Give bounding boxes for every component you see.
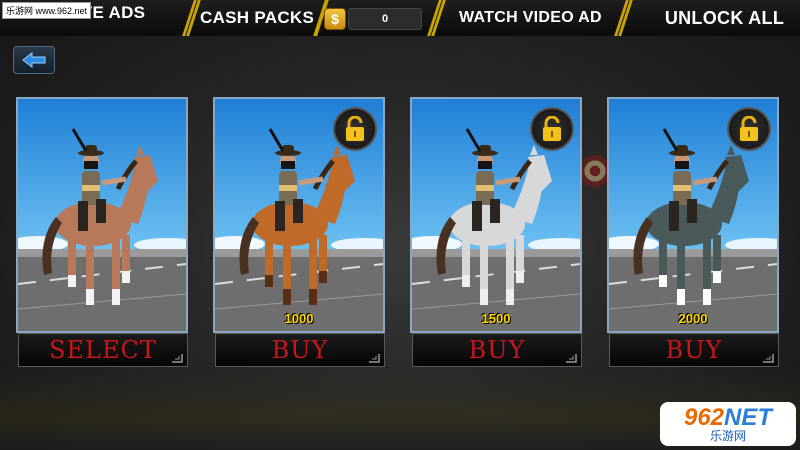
unlock-all-button[interactable]: UNLOCK ALL bbox=[618, 0, 800, 36]
background-target-decoration bbox=[582, 148, 608, 194]
corner-decoration-icon bbox=[369, 354, 380, 363]
watermark-top: 乐游网 www.962.net bbox=[2, 2, 92, 19]
corner-decoration-icon bbox=[763, 354, 774, 363]
horse-price: 1500 bbox=[481, 311, 511, 326]
horse-card-frame bbox=[16, 97, 188, 333]
horse-card-frame bbox=[607, 97, 779, 333]
buy-button[interactable]: BUY bbox=[215, 333, 385, 367]
horse-price: 2000 bbox=[678, 311, 708, 326]
action-label: BUY bbox=[271, 336, 329, 364]
buy-button[interactable]: BUY bbox=[412, 333, 582, 367]
action-label: SELECT bbox=[49, 336, 157, 364]
horse-price: 1000 bbox=[284, 311, 314, 326]
horse-card[interactable]: 1000 BUY bbox=[213, 97, 385, 367]
corner-decoration-icon bbox=[566, 354, 577, 363]
dollar-coin-icon: $ bbox=[324, 8, 346, 30]
watermark-sub: 乐游网 bbox=[709, 429, 746, 443]
back-button[interactable] bbox=[13, 46, 55, 74]
padlock-icon[interactable] bbox=[530, 107, 574, 151]
horse-rider-image bbox=[18, 99, 186, 331]
watermark-bottom-logo: 962NET 乐游网 bbox=[660, 402, 796, 446]
cash-packs-button[interactable]: CASH PACKS bbox=[186, 0, 328, 36]
watermark-brand-net: NET bbox=[724, 404, 773, 431]
cash-packs-label: CASH PACKS bbox=[199, 8, 315, 27]
action-label: BUY bbox=[665, 336, 723, 364]
horse-card[interactable]: SELECT bbox=[16, 97, 188, 367]
arrow-left-icon bbox=[22, 52, 46, 68]
corner-decoration-icon bbox=[172, 354, 183, 363]
padlock-icon[interactable] bbox=[333, 107, 377, 151]
horse-card-frame bbox=[213, 97, 385, 333]
watermark-brand-number: 962 bbox=[683, 404, 725, 431]
horse-card[interactable]: 2000 BUY bbox=[607, 97, 779, 367]
watch-video-ad-button[interactable]: WATCH VIDEO AD bbox=[431, 0, 629, 36]
padlock-icon[interactable] bbox=[727, 107, 771, 151]
horse-card[interactable]: 1500 BUY bbox=[410, 97, 582, 367]
watch-video-ad-label: WATCH VIDEO AD bbox=[458, 9, 602, 26]
select-button[interactable]: SELECT bbox=[18, 333, 188, 367]
unlock-all-label: UNLOCK ALL bbox=[665, 7, 785, 28]
horse-card-frame bbox=[410, 97, 582, 333]
buy-button[interactable]: BUY bbox=[609, 333, 779, 367]
action-label: BUY bbox=[468, 336, 526, 364]
top-bar: REMOVE ADS CASH PACKS $ 0 WATCH VIDEO AD… bbox=[0, 0, 800, 36]
cash-balance: 0 bbox=[348, 8, 422, 30]
